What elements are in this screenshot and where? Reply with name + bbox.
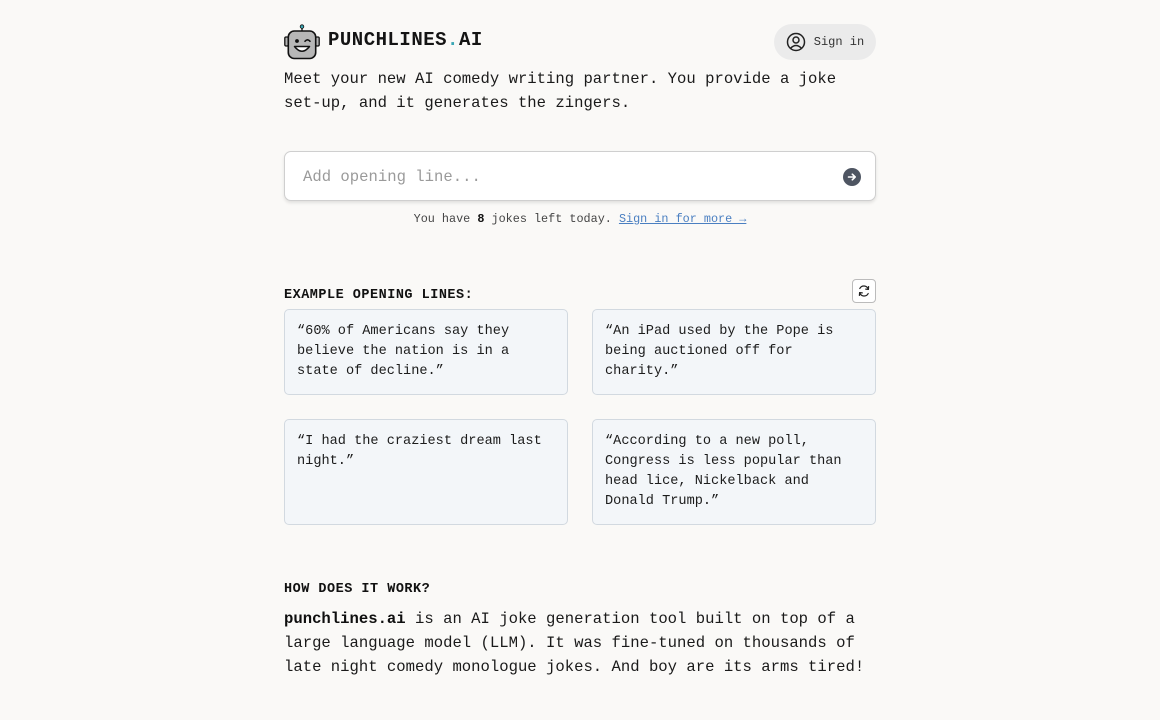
quota-text: You have 8 jokes left today. Sign in for…	[413, 212, 747, 226]
how-it-works-title: HOW DOES IT WORK?	[284, 582, 431, 597]
opening-line-input[interactable]	[301, 152, 835, 202]
example-card[interactable]: “I had the craziest dream last night.”	[284, 419, 568, 525]
example-cards: “60% of Americans say they believe the n…	[284, 309, 876, 525]
refresh-icon	[858, 285, 870, 297]
intro-text: Meet your new AI comedy writing partner.…	[284, 70, 837, 112]
brand-bold: punchlines.ai	[284, 610, 406, 628]
examples-header: EXAMPLE OPENING LINES:	[284, 279, 876, 309]
sign-in-for-more-link[interactable]: Sign in for more →	[619, 212, 746, 226]
sign-in-label: Sign in	[813, 35, 865, 49]
example-card[interactable]: “An iPad used by the Pope is being aucti…	[592, 309, 876, 395]
submit-button[interactable]	[843, 168, 861, 186]
refresh-examples-button[interactable]	[852, 279, 876, 303]
robot-face-icon	[284, 24, 320, 60]
header: PUNCHLINES.AI Sign in	[284, 0, 876, 62]
logo-text: PUNCHLINES.AI	[328, 29, 483, 51]
example-card[interactable]: “60% of Americans say they believe the n…	[284, 309, 568, 395]
user-circle-icon	[786, 32, 806, 52]
sign-in-button[interactable]: Sign in	[774, 24, 876, 60]
examples-title: EXAMPLE OPENING LINES:	[284, 288, 474, 303]
opening-line-form	[284, 151, 876, 202]
arrow-right-icon	[847, 173, 856, 181]
example-card[interactable]: “According to a new poll, Congress is le…	[592, 419, 876, 525]
how-it-works-text: punchlines.ai is an AI joke generation t…	[284, 610, 865, 676]
logo[interactable]: PUNCHLINES.AI	[284, 24, 483, 60]
page: PUNCHLINES.AI Sign in Meet your new AI c…	[284, 0, 876, 679]
